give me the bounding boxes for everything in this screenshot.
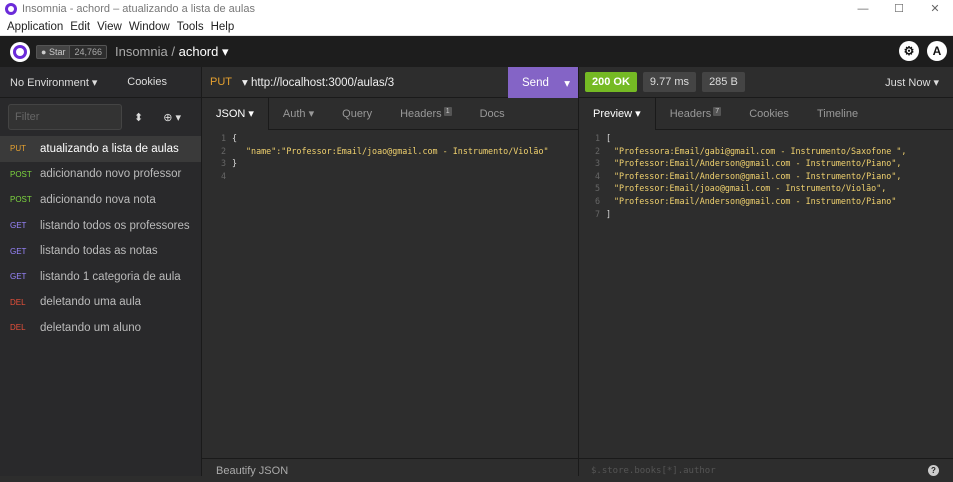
insomnia-logo-icon[interactable] (10, 41, 30, 62)
request-method-label: GET (10, 246, 27, 256)
request-name-label: deletando um aluno (40, 321, 142, 334)
response-filter-input[interactable]: $.store.books[*].author (591, 466, 716, 476)
response-item: "Professor:Email/Anderson@gmail.com - In… (614, 170, 902, 181)
maximize-button[interactable]: ☐ (881, 0, 917, 18)
github-star-label: ● Star (36, 44, 71, 59)
breadcrumb[interactable]: Insomnia / achord ▾ (115, 44, 229, 60)
request-method-label: GET (10, 221, 27, 231)
request-tabs: JSON ▾ Auth ▾ Query Headers 1 Docs (202, 97, 578, 130)
menu-tools[interactable]: Tools (177, 21, 204, 33)
settings-gear-icon[interactable]: ⚙ (899, 41, 919, 61)
response-item: "Professor:Email/Anderson@gmail.com - In… (614, 158, 902, 169)
sidebar-request-item[interactable]: GET listando todos os professores (0, 213, 201, 239)
request-filter-input[interactable]: Filter (8, 104, 122, 130)
tab-auth[interactable]: Auth ▾ (269, 98, 328, 130)
request-list: PUT atualizando a lista de aulas POST adici… (0, 136, 201, 341)
request-name-label: atualizando a lista de aulas (40, 142, 179, 155)
request-method-label: GET (10, 272, 27, 282)
url-input[interactable]: ▾ http://localhost:3000/aulas/3 (242, 75, 394, 89)
response-item: "Professora:Email/gabi@gmail.com - Instr… (614, 145, 907, 156)
github-star-button[interactable]: ● Star 24,766 (36, 44, 107, 59)
request-body-name-line: "name":"Professor:Email/joao@gmail.com -… (246, 145, 549, 156)
request-method-label: DEL (10, 297, 26, 307)
add-request-icon[interactable]: ⊕ ▾ (163, 111, 181, 124)
request-body-editor[interactable]: 1{ 2 "name":"Professor:Email/joao@gmail.c… (206, 132, 549, 182)
request-name-label: adicionando nova nota (40, 193, 156, 206)
tab-query[interactable]: Query (328, 98, 386, 130)
menu-edit[interactable]: Edit (70, 21, 90, 33)
sidebar-request-item[interactable]: GET listando todas as notas (0, 238, 201, 264)
window-titlebar: Insomnia - achord – atualizando a lista … (0, 0, 953, 18)
window-controls: — ☐ ✕ (845, 0, 953, 18)
response-footer: $.store.books[*].author ? (579, 458, 953, 482)
tab-preview[interactable]: Preview ▾ (579, 97, 656, 130)
response-time-badge: 9.77 ms (642, 72, 697, 92)
response-body-viewer: 1[ 2 "Professora:Email/gabi@gmail.com - I… (594, 133, 907, 219)
menu-help[interactable]: Help (211, 21, 235, 33)
request-method-label: DEL (10, 323, 26, 333)
sidebar-request-item[interactable]: POST adicionando nova nota (0, 187, 201, 213)
tab-cookies[interactable]: Cookies (735, 98, 803, 130)
sidebar-request-item[interactable]: DEL deletando uma aula (0, 290, 201, 316)
request-name-label: deletando uma aula (40, 296, 142, 309)
sidebar: No Environment ▾ Cookies Filter ⬍ ⊕ ▾ PU… (0, 67, 202, 476)
sidebar-request-item[interactable]: POST adicionando novo professor (0, 162, 201, 188)
account-icon[interactable]: A (927, 41, 947, 61)
response-status-bar: 200 OK 9.77 ms 285 B Just Now ▾ (579, 67, 953, 98)
help-icon[interactable]: ? (928, 465, 939, 476)
menu-view[interactable]: View (97, 21, 122, 33)
workspace-name: achord (178, 43, 219, 59)
close-button[interactable]: ✕ (917, 0, 953, 18)
response-headers-count-badge: 7 (713, 106, 722, 116)
beautify-json-button[interactable]: Beautify JSON (216, 465, 288, 477)
tab-docs[interactable]: Docs (466, 98, 519, 130)
response-history-dropdown[interactable]: Just Now ▾ (885, 76, 939, 89)
cookies-button[interactable]: Cookies (127, 76, 167, 88)
github-icon: ● (41, 46, 49, 57)
tab-headers[interactable]: Headers 1 (386, 98, 465, 130)
request-footer: Beautify JSON (202, 458, 578, 482)
insomnia-app-icon (5, 3, 17, 15)
request-name-label: listando 1 categoria de aula (40, 270, 181, 283)
sidebar-request-item[interactable]: PUT atualizando a lista de aulas (0, 136, 201, 162)
tab-json[interactable]: JSON ▾ (202, 97, 269, 130)
response-size-badge: 285 B (702, 72, 745, 92)
method-dropdown[interactable]: PUT (210, 76, 232, 88)
menu-window[interactable]: Window (129, 21, 170, 33)
chevron-down-icon: ▾ (221, 43, 229, 59)
request-method-label: POST (10, 169, 32, 179)
request-method-label: PUT (10, 144, 26, 154)
app-header: ● Star 24,766 Insomnia / achord ▾ ⚙ A (0, 36, 953, 67)
send-button[interactable]: Send ▾ (508, 67, 578, 98)
menu-bar: Application Edit View Window Tools Help (0, 18, 953, 36)
headers-count-badge: 1 (443, 106, 452, 116)
request-name-label: listando todos os professores (40, 219, 190, 232)
menu-application[interactable]: Application (7, 21, 63, 33)
sidebar-request-item[interactable]: DEL deletando um aluno (0, 315, 201, 341)
github-star-count: 24,766 (70, 44, 107, 59)
status-badge: 200 OK (585, 72, 637, 92)
sort-icon[interactable]: ⬍ (134, 111, 143, 124)
tab-timeline[interactable]: Timeline (803, 98, 872, 130)
response-item: "Professor:Email/Anderson@gmail.com - In… (614, 195, 897, 206)
window-title: Insomnia - achord – atualizando a lista … (22, 3, 255, 15)
request-name-label: adicionando novo professor (40, 168, 182, 181)
sidebar-request-item[interactable]: GET listando 1 categoria de aula (0, 264, 201, 290)
send-options-chevron-icon[interactable]: ▾ (564, 76, 570, 90)
minimize-button[interactable]: — (845, 0, 881, 18)
request-method-label: POST (10, 195, 32, 205)
url-bar: PUT ▾ http://localhost:3000/aulas/3 Send… (202, 67, 578, 98)
response-item: "Professor:Email/joao@gmail.com - Instru… (614, 183, 887, 194)
environment-dropdown[interactable]: No Environment ▾ (10, 76, 97, 89)
response-tabs: Preview ▾ Headers 7 Cookies Timeline (579, 97, 953, 130)
request-name-label: listando todas as notas (40, 245, 158, 258)
tab-response-headers[interactable]: Headers 7 (656, 98, 735, 130)
